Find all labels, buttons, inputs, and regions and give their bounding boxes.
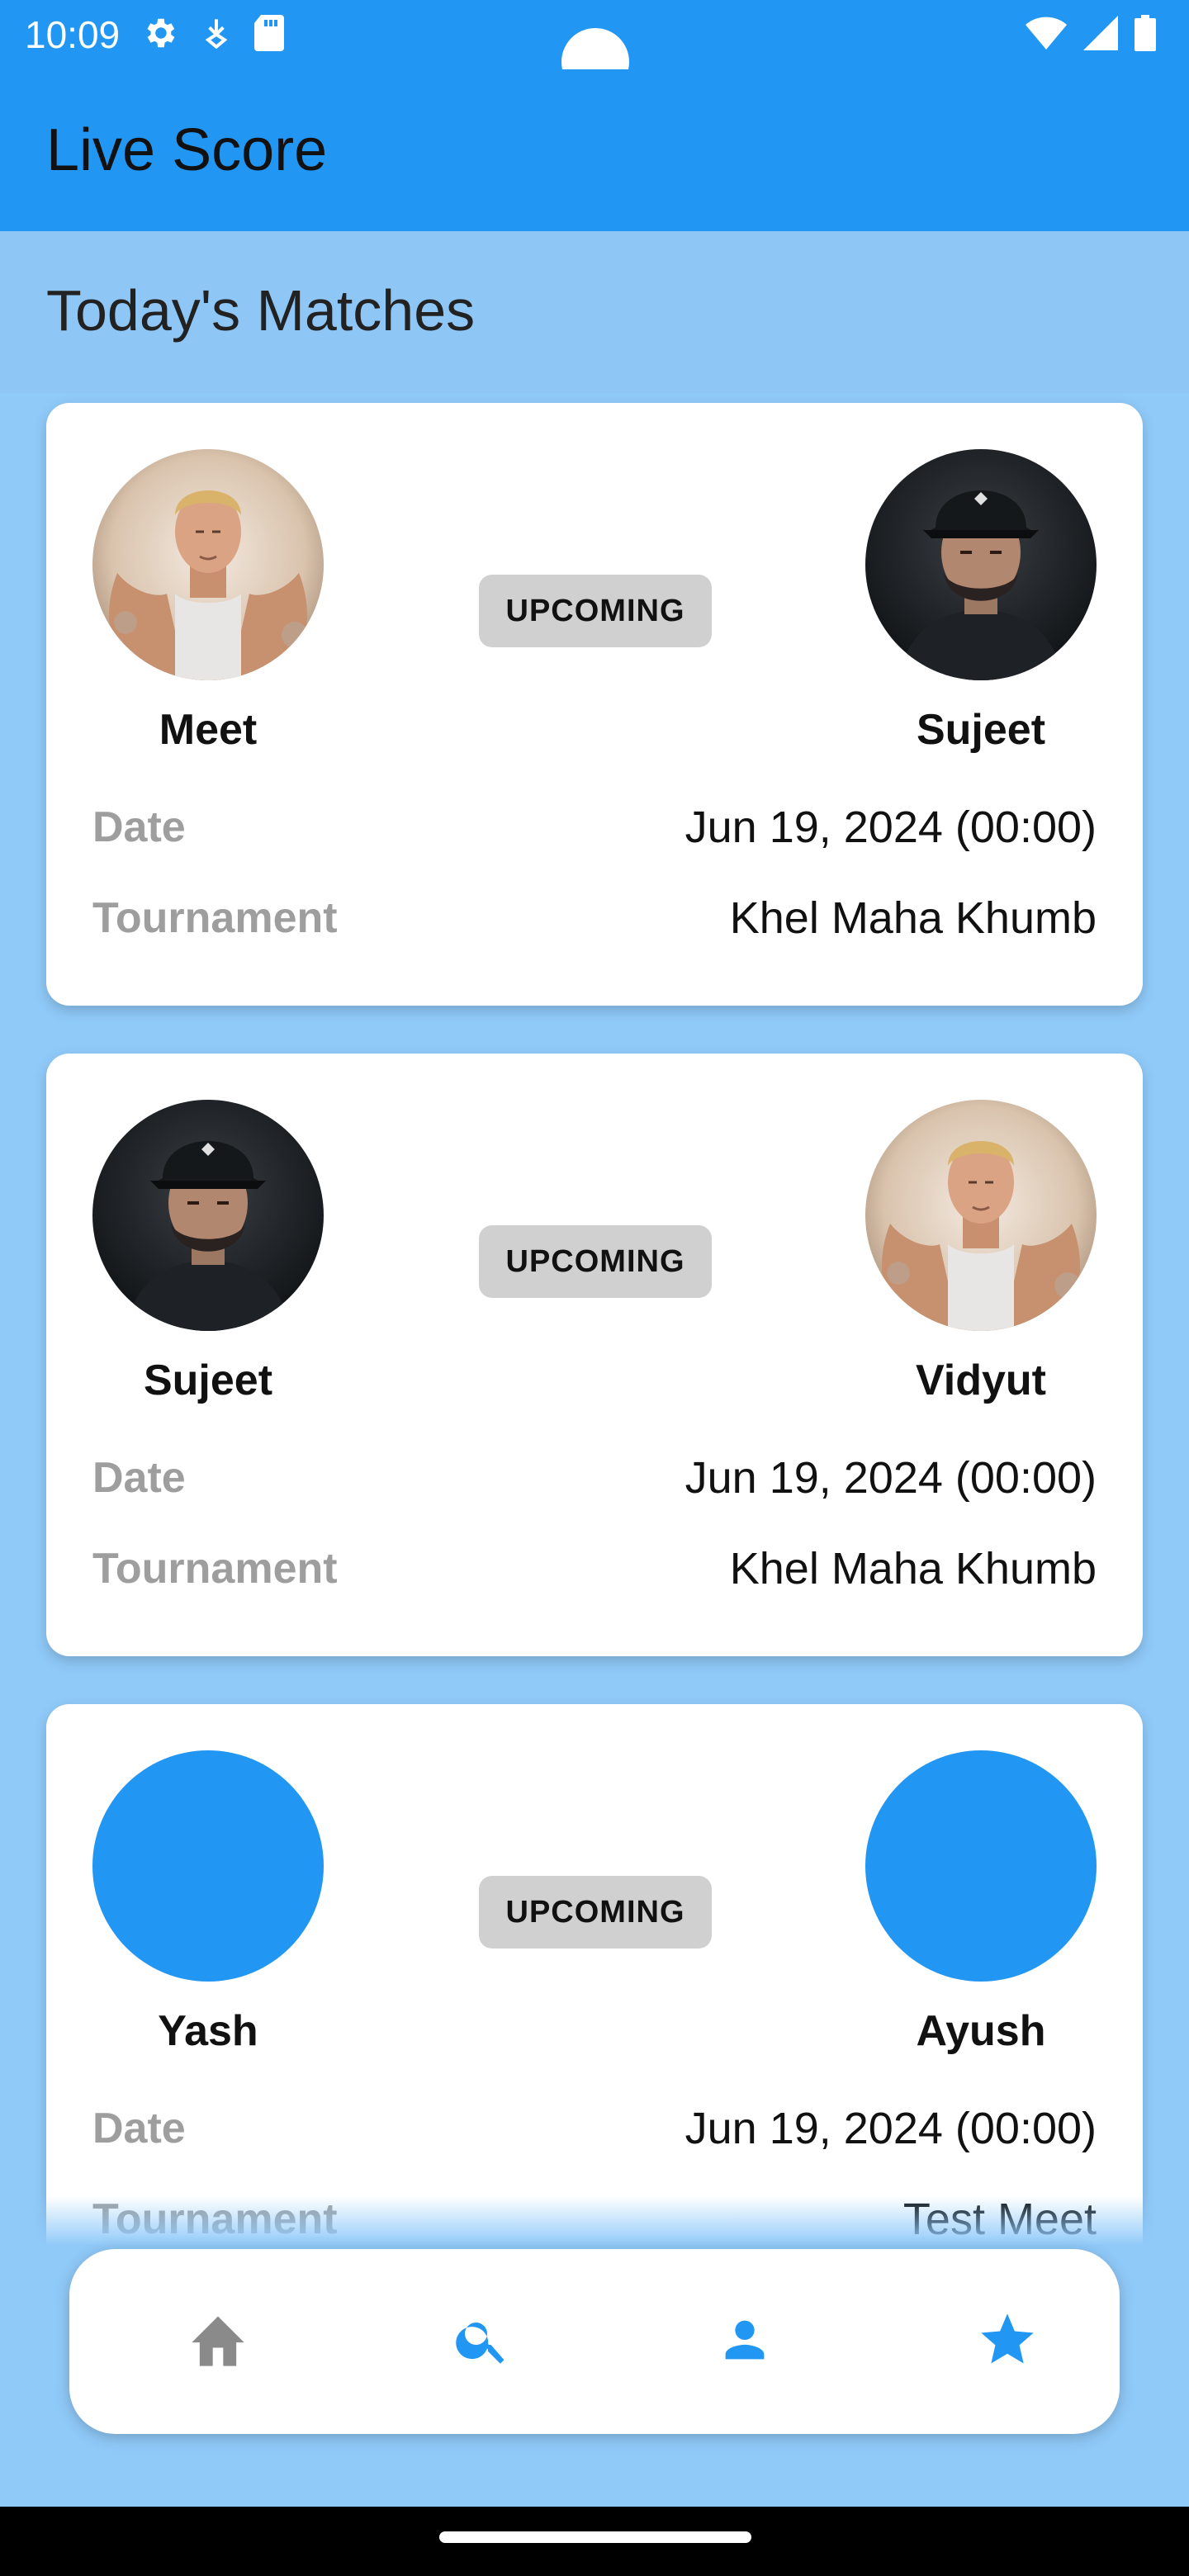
tournament-value: Khel Maha Khumb — [729, 1544, 1097, 1593]
bottom-navigation — [69, 2249, 1120, 2434]
player-avatar-left — [92, 1750, 324, 1982]
status-bar: 10:09 — [0, 0, 1189, 96]
match-list[interactable]: UPCOMING Meet Sujeet Date Jun 19, 2024 (… — [0, 393, 1189, 2246]
player-avatar-right — [865, 449, 1097, 680]
home-icon — [187, 2311, 249, 2373]
player-avatar-right — [865, 1100, 1097, 1331]
nav-favorites-button[interactable] — [958, 2292, 1057, 2391]
app-title: Live Score — [46, 117, 328, 183]
status-icons-left — [140, 12, 284, 58]
date-label: Date — [92, 1454, 186, 1502]
profile-icon — [716, 2311, 774, 2373]
player-name-right: Ayush — [916, 2007, 1046, 2055]
section-header: Today's Matches — [0, 231, 1189, 393]
system-gesture-bar — [0, 2507, 1189, 2576]
signal-icon — [1083, 15, 1118, 54]
status-badge: UPCOMING — [479, 575, 712, 647]
nav-profile-button[interactable] — [695, 2292, 794, 2391]
status-badge: UPCOMING — [479, 1876, 712, 1949]
nav-search-button[interactable] — [433, 2292, 532, 2391]
sd-card-icon — [254, 14, 284, 55]
player-name-left: Yash — [158, 2007, 258, 2055]
status-badge: UPCOMING — [479, 1225, 712, 1298]
player-avatar-left — [92, 449, 324, 680]
date-value: Jun 19, 2024 (00:00) — [685, 2104, 1097, 2153]
tournament-label: Tournament — [92, 1545, 338, 1593]
date-value: Jun 19, 2024 (00:00) — [685, 803, 1097, 852]
app-bar: Live Score — [0, 69, 1189, 231]
player-name-left: Meet — [159, 706, 258, 754]
section-title: Today's Matches — [46, 278, 476, 343]
nav-home-button[interactable] — [168, 2292, 268, 2391]
player-name-left: Sujeet — [143, 1357, 273, 1404]
status-time: 10:09 — [25, 13, 121, 56]
tournament-value: Khel Maha Khumb — [729, 893, 1097, 943]
match-card[interactable]: UPCOMING Yash Ayush Date Jun 19, 2024 (0… — [46, 1704, 1143, 2246]
player-name-right: Sujeet — [916, 706, 1046, 754]
tournament-label: Tournament — [92, 894, 338, 942]
tournament-label: Tournament — [92, 2195, 338, 2243]
player-avatar-left — [92, 1100, 324, 1331]
gear-icon — [140, 14, 178, 56]
home-gesture-handle[interactable] — [439, 2531, 751, 2543]
player-avatar-right — [865, 1750, 1097, 1982]
match-card[interactable]: UPCOMING Sujeet Vidyut Date Jun 19, 2024… — [46, 1054, 1143, 1656]
status-icons-right — [1026, 12, 1156, 58]
date-label: Date — [92, 2105, 186, 2152]
wifi-icon — [1026, 17, 1067, 54]
battery-icon — [1135, 14, 1156, 55]
tournament-value: Test Meet — [902, 2195, 1097, 2244]
date-value: Jun 19, 2024 (00:00) — [685, 1453, 1097, 1503]
match-card[interactable]: UPCOMING Meet Sujeet Date Jun 19, 2024 (… — [46, 403, 1143, 1006]
star-icon — [976, 2308, 1039, 2375]
search-icon — [452, 2310, 512, 2374]
network-icon — [201, 17, 231, 54]
player-name-right: Vidyut — [916, 1357, 1046, 1404]
date-label: Date — [92, 803, 186, 851]
